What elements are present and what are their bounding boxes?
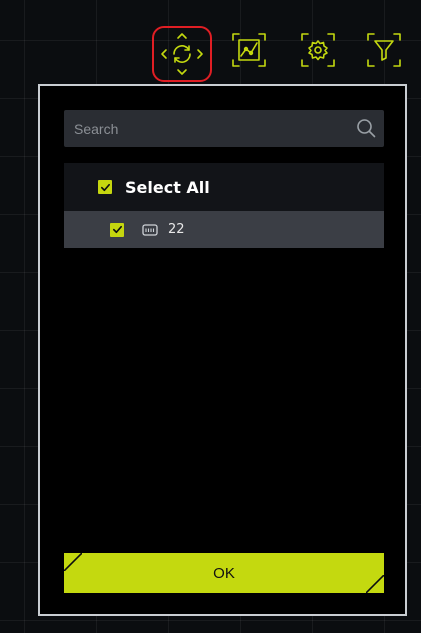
select-all-checkbox[interactable] xyxy=(98,180,112,194)
settings-button[interactable] xyxy=(298,30,338,70)
chart-button[interactable] xyxy=(229,30,269,70)
refresh-icon xyxy=(161,33,203,75)
select-all-row[interactable]: Select All xyxy=(64,163,384,211)
ok-label: OK xyxy=(213,564,235,582)
list-item[interactable]: 22 xyxy=(64,211,384,248)
search-box xyxy=(64,110,384,147)
device-list: Select All 22 xyxy=(64,163,384,248)
corner-decoration xyxy=(366,575,384,593)
check-icon xyxy=(100,183,110,191)
toolbar xyxy=(0,0,421,84)
device-select-panel: Select All 22 OK xyxy=(38,84,407,616)
filter-icon xyxy=(367,33,401,67)
filter-button[interactable] xyxy=(364,30,404,70)
settings-icon xyxy=(301,33,335,67)
item-checkbox[interactable] xyxy=(110,222,124,237)
search-input[interactable] xyxy=(64,110,384,147)
ok-button[interactable]: OK xyxy=(64,553,384,593)
select-all-label: Select All xyxy=(125,177,210,197)
refresh-button[interactable] xyxy=(152,26,212,82)
device-icon xyxy=(142,223,158,236)
item-label: 22 xyxy=(168,222,185,237)
chart-icon xyxy=(232,33,266,67)
search-icon[interactable] xyxy=(356,118,376,138)
check-icon xyxy=(112,225,122,234)
corner-decoration xyxy=(64,553,82,571)
